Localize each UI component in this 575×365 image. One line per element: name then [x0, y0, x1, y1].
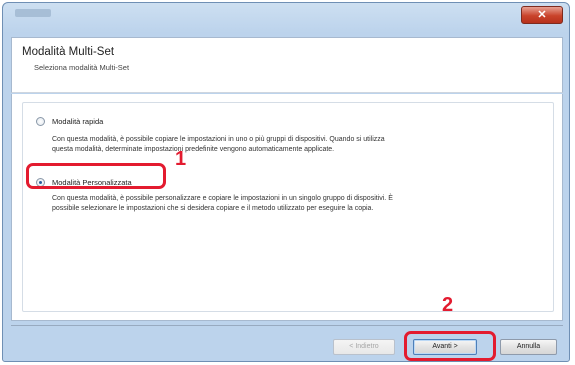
quick-mode-description-line-1: Con questa modalità, è possibile copiare… [52, 136, 385, 143]
quick-mode-description: Con questa modalità, è possibile copiare… [52, 135, 552, 155]
custom-mode-description-line-1: Con questa modalità, è possibile persona… [52, 195, 393, 202]
page-title: Modalità Multi-Set [22, 46, 115, 58]
mode-options-group: Modalità rapida Con questa modalità, è p… [22, 102, 554, 312]
step-2-marker: 2 [442, 294, 454, 316]
close-button[interactable]: ✕ [521, 6, 563, 24]
cancel-button[interactable]: Annulla [500, 339, 557, 355]
back-button[interactable]: < Indietro [333, 339, 395, 355]
title-bar[interactable]: ✕ [3, 3, 569, 33]
quick-mode-label[interactable]: Modalità rapida [52, 117, 103, 126]
step-2-highlight [404, 331, 496, 361]
step-1-highlight [26, 163, 166, 189]
close-icon: ✕ [537, 9, 547, 21]
page-subtitle: Seleziona modalità Multi-Set [34, 63, 130, 72]
footer-divider [11, 325, 563, 326]
wizard-content: Modalità rapida Con questa modalità, è p… [11, 94, 563, 321]
step-1-marker: 1 [175, 148, 187, 170]
quick-mode-description-line-2: questa modalità, determinate impostazion… [52, 146, 335, 153]
wizard-header: Modalità Multi-Set Seleziona modalità Mu… [11, 37, 563, 93]
custom-mode-description-line-2: possibile selezionare le impostazioni ch… [52, 205, 374, 212]
quick-mode-radio[interactable] [36, 117, 45, 126]
window-title-placeholder [15, 9, 51, 17]
custom-mode-description: Con questa modalità, è possibile persona… [52, 194, 552, 214]
